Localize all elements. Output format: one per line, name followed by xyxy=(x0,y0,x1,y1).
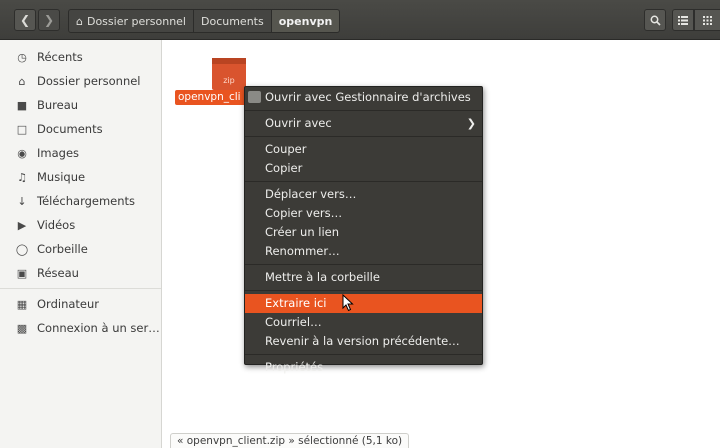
menu-item-label: Copier vers… xyxy=(265,206,343,220)
zip-badge: zip xyxy=(223,76,235,85)
menu-copy[interactable]: Copier xyxy=(245,159,482,178)
menu-email[interactable]: Courriel… xyxy=(245,313,482,332)
sidebar-item-label: Réseau xyxy=(37,266,79,280)
menu-properties[interactable]: Propriétés xyxy=(245,358,482,377)
sidebar-item-connect-server[interactable]: ▩ Connexion à un ser… xyxy=(0,316,161,340)
status-bar: « openvpn_client.zip » sélectionné (5,1 … xyxy=(170,433,410,448)
menu-item-label: Créer un lien xyxy=(265,225,340,239)
download-icon: ↓ xyxy=(17,194,27,208)
sidebar-item-desktop[interactable]: ■ Bureau xyxy=(0,93,161,117)
crumb-openvpn-label: openvpn xyxy=(278,14,333,28)
sidebar-item-label: Images xyxy=(37,146,80,160)
file-name-label[interactable]: openvpn_cli xyxy=(175,90,251,105)
menu-extract-here[interactable]: Extraire ici xyxy=(245,294,482,313)
sidebar-item-computer[interactable]: ▦ Ordinateur xyxy=(0,292,161,316)
menu-separator xyxy=(245,354,482,355)
chevron-right-icon: ❯ xyxy=(466,117,476,130)
search-icon xyxy=(650,15,661,26)
sidebar-item-home[interactable]: ⌂ Dossier personnel xyxy=(0,69,161,93)
video-icon: ▶ xyxy=(17,218,27,232)
server-icon: ▩ xyxy=(16,321,28,335)
menu-item-label: Couper xyxy=(265,142,307,156)
clock-icon: ◷ xyxy=(17,50,27,64)
sidebar-item-label: Bureau xyxy=(37,98,79,112)
menu-separator xyxy=(245,181,482,182)
header-bar: ❮ ❯ ⌂ Dossier personnel Documents openvp… xyxy=(0,0,720,40)
menu-move-to[interactable]: Déplacer vers… xyxy=(245,185,482,204)
menu-copy-to[interactable]: Copier vers… xyxy=(245,204,482,223)
menu-item-label: Renommer… xyxy=(265,244,340,258)
sidebar-item-label: Récents xyxy=(37,50,83,64)
folder-icon: ■ xyxy=(16,98,28,112)
menu-item-label: Ouvrir avec xyxy=(265,116,332,130)
home-icon: ⌂ xyxy=(76,14,83,28)
sidebar-item-downloads[interactable]: ↓ Téléchargements xyxy=(0,189,161,213)
sidebar-item-images[interactable]: ◉ Images xyxy=(0,141,161,165)
forward-button[interactable]: ❯ xyxy=(38,9,60,31)
sidebar-item-label: Documents xyxy=(37,122,103,136)
menu-open-with[interactable]: Ouvrir avec ❯ xyxy=(245,114,482,133)
breadcrumb: ⌂ Dossier personnel Documents openvpn xyxy=(68,9,341,33)
sidebar-item-label: Corbeille xyxy=(37,242,88,256)
sidebar-item-label: Connexion à un ser… xyxy=(37,321,160,335)
grid-view-button[interactable] xyxy=(694,9,720,31)
home-icon: ⌂ xyxy=(18,74,26,88)
menu-item-label: Courriel… xyxy=(265,315,322,329)
menu-open-with-archive-manager[interactable]: Ouvrir avec Gestionnaire d'archives xyxy=(245,88,482,107)
sidebar: ◷ Récents ⌂ Dossier personnel ■ Bureau □ Doc… xyxy=(0,40,162,448)
document-icon: □ xyxy=(16,122,28,136)
sidebar-item-recents[interactable]: ◷ Récents xyxy=(0,45,161,69)
sidebar-item-label: Ordinateur xyxy=(37,297,100,311)
menu-move-to-trash[interactable]: Mettre à la corbeille xyxy=(245,268,482,287)
sidebar-item-label: Vidéos xyxy=(37,218,76,232)
menu-rename[interactable]: Renommer… xyxy=(245,242,482,261)
menu-item-label: Propriétés xyxy=(265,360,324,374)
sidebar-item-network[interactable]: ▣ Réseau xyxy=(0,261,161,285)
list-view-button[interactable] xyxy=(672,9,694,31)
menu-item-label: Ouvrir avec Gestionnaire d'archives xyxy=(265,90,471,104)
menu-item-label: Déplacer vers… xyxy=(265,187,357,201)
menu-item-label: Mettre à la corbeille xyxy=(265,270,380,284)
list-icon xyxy=(678,15,688,25)
sidebar-item-label: Téléchargements xyxy=(37,194,136,208)
menu-item-label: Revenir à la version précédente… xyxy=(265,334,460,348)
network-icon: ▣ xyxy=(16,266,28,280)
crumb-openvpn[interactable]: openvpn xyxy=(270,9,341,33)
menu-item-label: Copier xyxy=(265,161,303,175)
sidebar-divider xyxy=(0,288,161,289)
context-menu: Ouvrir avec Gestionnaire d'archives Ouvr… xyxy=(244,86,483,374)
sidebar-item-videos[interactable]: ▶ Vidéos xyxy=(0,213,161,237)
menu-revert-version[interactable]: Revenir à la version précédente… xyxy=(245,332,482,351)
menu-separator xyxy=(245,110,482,111)
chevron-right-icon: ❯ xyxy=(43,13,55,27)
sidebar-item-label: Musique xyxy=(37,170,86,184)
menu-separator xyxy=(245,136,482,137)
menu-item-label: Extraire ici xyxy=(265,296,327,310)
menu-cut[interactable]: Couper xyxy=(245,140,482,159)
zip-file-icon-band xyxy=(212,58,246,64)
crumb-home[interactable]: ⌂ Dossier personnel xyxy=(68,9,194,33)
music-icon: ♫ xyxy=(17,170,27,184)
sidebar-item-music[interactable]: ♫ Musique xyxy=(0,165,161,189)
sidebar-item-label: Dossier personnel xyxy=(37,74,141,88)
zip-file-icon[interactable]: zip xyxy=(212,58,246,90)
grid-icon xyxy=(703,15,712,25)
camera-icon: ◉ xyxy=(17,146,27,160)
mouse-pointer-icon xyxy=(342,294,354,312)
chevron-left-icon: ❮ xyxy=(19,13,31,27)
sidebar-item-documents[interactable]: □ Documents xyxy=(0,117,161,141)
archive-manager-icon xyxy=(248,91,261,103)
menu-create-link[interactable]: Créer un lien xyxy=(245,223,482,242)
computer-icon: ▦ xyxy=(16,297,28,311)
crumb-home-label: Dossier personnel xyxy=(86,14,186,28)
crumb-documents-label: Documents xyxy=(201,14,264,28)
menu-separator xyxy=(245,264,482,265)
crumb-documents[interactable]: Documents xyxy=(193,9,272,33)
search-button[interactable] xyxy=(644,9,666,31)
sidebar-item-trash[interactable]: ◯ Corbeille xyxy=(0,237,161,261)
menu-separator xyxy=(245,290,482,291)
back-button[interactable]: ❮ xyxy=(14,9,36,31)
trash-icon: ◯ xyxy=(15,242,29,256)
